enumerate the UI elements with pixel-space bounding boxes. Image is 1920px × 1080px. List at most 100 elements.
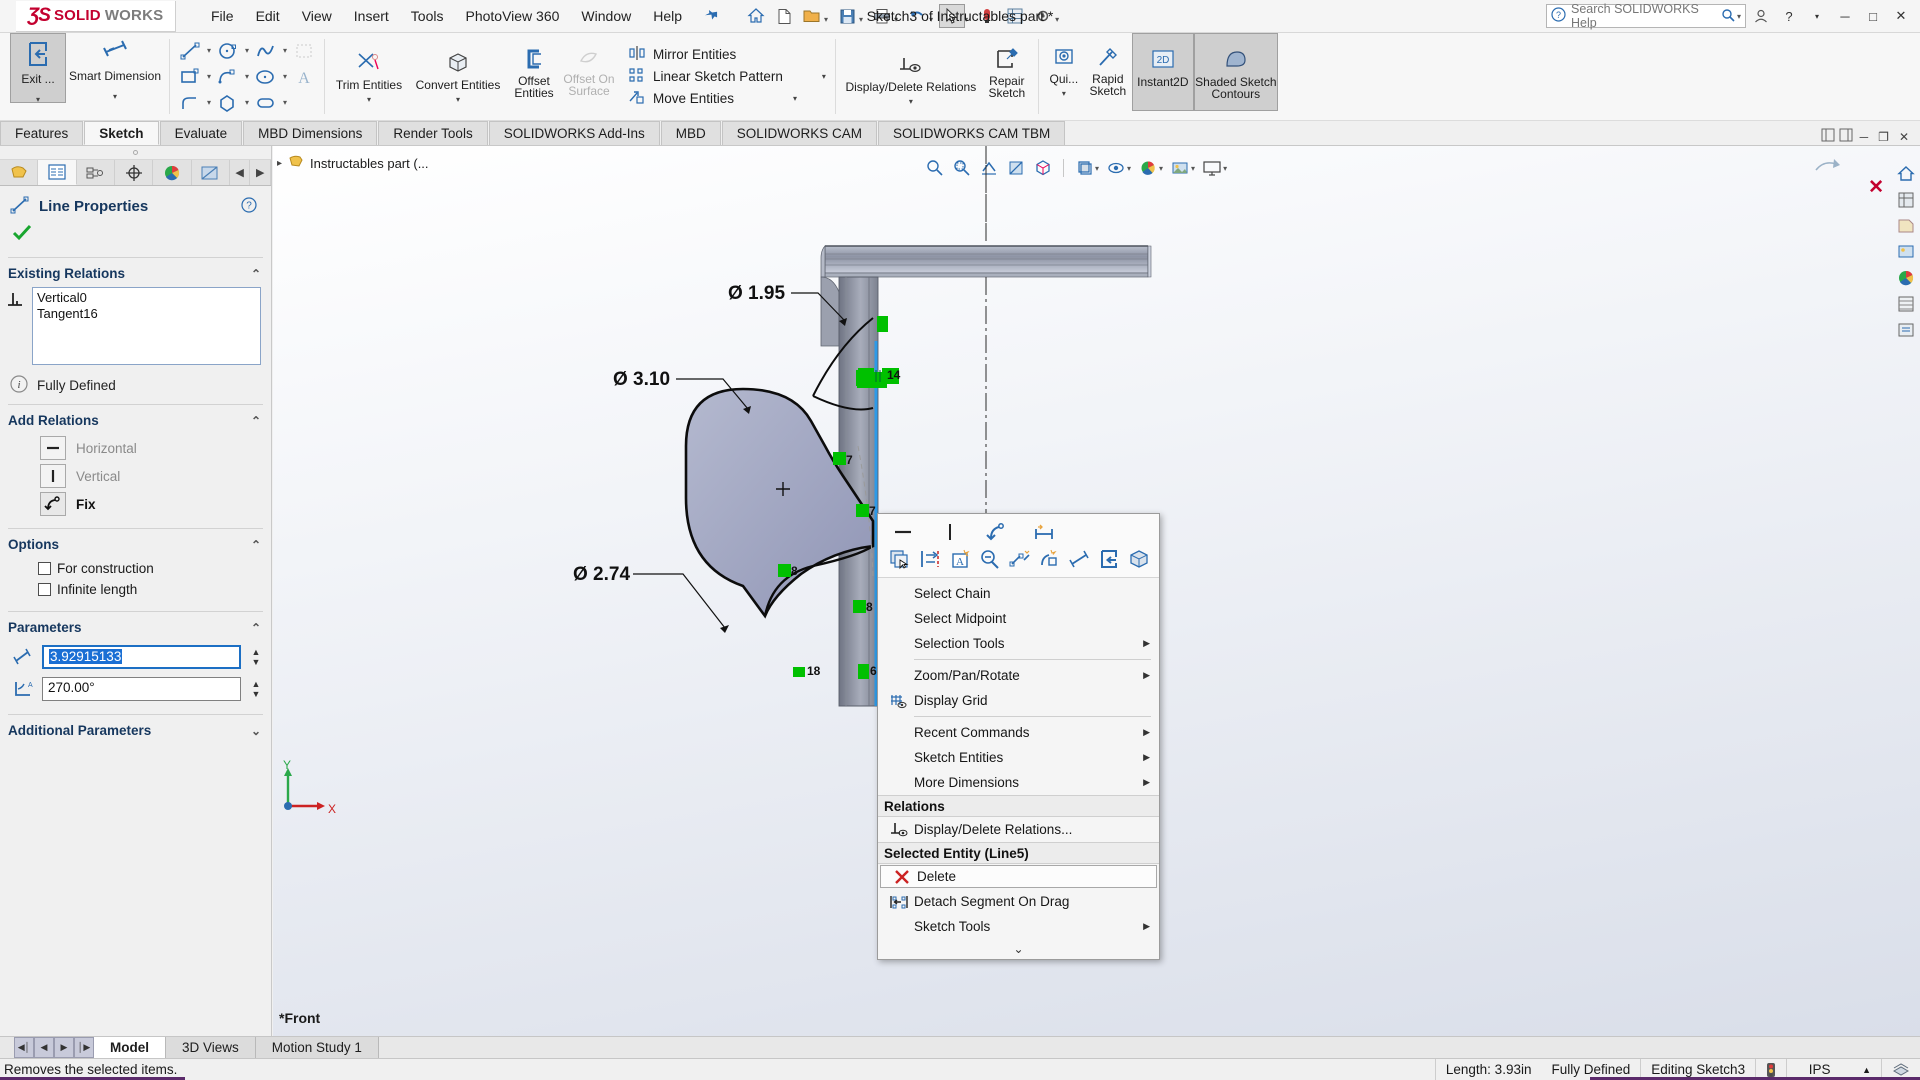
list-item[interactable]: Vertical0 bbox=[37, 290, 256, 306]
menu-item-sketch-tools[interactable]: Sketch Tools ▶ bbox=[878, 914, 1159, 939]
convert-caret-icon[interactable]: ▾ bbox=[456, 95, 460, 104]
select-other-icon[interactable] bbox=[886, 546, 914, 571]
horizontal-relation-icon[interactable] bbox=[888, 519, 917, 544]
tab-features[interactable]: Features bbox=[0, 121, 84, 145]
vertical-relation-icon[interactable] bbox=[935, 519, 964, 544]
stepper-down-icon[interactable]: ▼ bbox=[252, 689, 261, 699]
split-entities-icon[interactable] bbox=[1006, 546, 1034, 571]
line-icon[interactable] bbox=[177, 39, 203, 63]
vertical-relation-icon[interactable] bbox=[40, 464, 66, 488]
existing-relations-list[interactable]: Vertical0 Tangent16 bbox=[32, 287, 261, 365]
ellipse-icon[interactable] bbox=[253, 65, 279, 89]
menu-item-insert[interactable]: Insert bbox=[343, 4, 400, 28]
select-icon[interactable] bbox=[939, 4, 966, 28]
menu-item-tools[interactable]: Tools bbox=[400, 4, 455, 28]
polygon-dropdown-caret-icon[interactable]: ▾ bbox=[241, 98, 253, 107]
angle-stepper[interactable]: ▲ ▼ bbox=[247, 676, 265, 702]
unpin-panel-icon[interactable] bbox=[1839, 128, 1853, 145]
stepper-down-icon[interactable]: ▼ bbox=[252, 657, 261, 667]
tab-solidworks-cam-tbm[interactable]: SOLIDWORKS CAM TBM bbox=[878, 121, 1066, 145]
slot-icon[interactable] bbox=[253, 91, 279, 115]
last-tab-button[interactable]: │▶ bbox=[74, 1037, 94, 1058]
pushpin-icon[interactable] bbox=[699, 5, 722, 28]
search-help-box[interactable]: ? Search SOLIDWORKS Help ▾ bbox=[1546, 2, 1746, 30]
angle-input[interactable]: 270.00° bbox=[42, 677, 241, 701]
text-icon[interactable]: A bbox=[291, 65, 317, 89]
menu-item-zoom-pan-rotate[interactable]: Zoom/Pan/Rotate ▶ bbox=[878, 663, 1159, 688]
tab-mbd[interactable]: MBD bbox=[660, 121, 721, 145]
minimize-button[interactable]: ─ bbox=[1832, 5, 1858, 27]
accept-button[interactable] bbox=[0, 220, 271, 257]
spline-icon[interactable] bbox=[253, 39, 279, 63]
dimxpert-manager-icon[interactable] bbox=[114, 160, 154, 185]
tab-sketch[interactable]: Sketch bbox=[84, 121, 159, 145]
account-icon[interactable] bbox=[1748, 5, 1774, 27]
pin-panel-icon[interactable] bbox=[1821, 128, 1835, 145]
polygon-icon[interactable] bbox=[215, 91, 241, 115]
tab-model[interactable]: Model bbox=[94, 1037, 166, 1058]
minimize-doc-icon[interactable]: ─ bbox=[1857, 130, 1872, 144]
menu-item-more-dimensions[interactable]: More Dimensions ▶ bbox=[878, 770, 1159, 795]
appearances-icon[interactable] bbox=[191, 160, 230, 185]
new-document-icon[interactable] bbox=[771, 4, 797, 28]
chevron-up-icon[interactable]: ⌃ bbox=[251, 621, 261, 635]
tab-evaluate[interactable]: Evaluate bbox=[159, 121, 243, 145]
length-stepper[interactable]: ▲ ▼ bbox=[247, 644, 265, 670]
shaded-sketch-contours-button[interactable]: Shaded Sketch Contours bbox=[1193, 33, 1278, 111]
menu-item-window[interactable]: Window bbox=[570, 4, 642, 28]
trim-entities-button[interactable]: Trim Entities ▾ bbox=[330, 33, 408, 120]
menu-item-display-delete-relations[interactable]: Display/Delete Relations... bbox=[878, 817, 1159, 842]
instant2d-button[interactable]: 2D Instant2D bbox=[1131, 33, 1194, 111]
linear-sketch-pattern-button[interactable]: Linear Sketch Pattern ▾ bbox=[624, 66, 830, 88]
dimension-label-3[interactable]: Ø 2.74 bbox=[573, 564, 630, 586]
dimension-label-1[interactable]: Ø 1.95 bbox=[728, 283, 785, 305]
panel-splitter[interactable] bbox=[0, 146, 271, 160]
ellipse-dropdown-caret-icon[interactable]: ▾ bbox=[279, 72, 291, 81]
exit-sketch-caret-icon[interactable]: ▾ bbox=[36, 95, 40, 104]
length-input[interactable]: 3.92915133 bbox=[42, 645, 241, 669]
tab-mbd-dimensions[interactable]: MBD Dimensions bbox=[243, 121, 378, 145]
smart-dimension-caret-icon[interactable]: ▾ bbox=[113, 92, 117, 101]
existing-relations-header[interactable]: Existing Relations ⌃ bbox=[0, 258, 271, 287]
restore-button[interactable]: □ bbox=[1860, 5, 1886, 27]
help-button[interactable]: ? bbox=[1776, 5, 1802, 27]
slot-dropdown-caret-icon[interactable]: ▾ bbox=[279, 98, 291, 107]
menu-item-photoview360[interactable]: PhotoView 360 bbox=[454, 4, 570, 28]
settings-gear-icon[interactable] bbox=[1030, 4, 1056, 28]
context-menu[interactable]: A Select Chain Select Midpoint Selection… bbox=[877, 513, 1160, 960]
for-construction-checkbox[interactable] bbox=[38, 562, 51, 575]
panel-scroll-right-icon[interactable]: ▶ bbox=[250, 160, 272, 185]
horizontal-relation-icon[interactable] bbox=[40, 436, 66, 460]
tab-solidworks-cam[interactable]: SOLIDWORKS CAM bbox=[721, 121, 878, 145]
smart-dimension-button[interactable]: Smart Dimension ▾ bbox=[66, 33, 164, 120]
open-document-icon[interactable] bbox=[799, 4, 825, 28]
menu-item-detach-segment-on-drag[interactable]: Detach Segment On Drag bbox=[878, 889, 1159, 914]
add-relation-icon[interactable] bbox=[1035, 546, 1063, 571]
search-input[interactable]: Search SOLIDWORKS Help bbox=[1571, 2, 1716, 30]
arc-dropdown-caret-icon[interactable]: ▾ bbox=[241, 72, 253, 81]
circle-dropdown-caret-icon[interactable]: ▾ bbox=[241, 46, 253, 55]
feature-tree-icon[interactable] bbox=[0, 160, 39, 185]
close-doc-icon[interactable]: ✕ bbox=[1896, 130, 1912, 144]
add-relation-horizontal[interactable]: Horizontal bbox=[0, 434, 271, 462]
chevron-up-icon[interactable]: ⌃ bbox=[251, 267, 261, 281]
option-for-construction[interactable]: For construction bbox=[0, 558, 271, 579]
offset-entities-button[interactable]: Offset Entities bbox=[508, 33, 560, 120]
display-delete-relations-button[interactable]: Display/Delete Relations ▾ bbox=[841, 33, 981, 120]
parameters-header[interactable]: Parameters ⌃ bbox=[0, 612, 271, 641]
quick-snaps-caret-icon[interactable]: ▾ bbox=[1062, 89, 1066, 98]
trim-caret-icon[interactable]: ▾ bbox=[367, 95, 371, 104]
circle-icon[interactable] bbox=[215, 39, 241, 63]
chevron-double-down-icon[interactable]: ⌄ bbox=[878, 939, 1159, 959]
menu-item-delete[interactable]: Delete bbox=[880, 865, 1157, 888]
options-header[interactable]: Options ⌃ bbox=[0, 529, 271, 558]
configuration-manager-icon[interactable] bbox=[76, 160, 115, 185]
smart-dimension-alt-icon[interactable] bbox=[1065, 546, 1093, 571]
additional-parameters-header[interactable]: Additional Parameters ⌄ bbox=[0, 715, 271, 744]
tab-solidworks-add-ins[interactable]: SOLIDWORKS Add-Ins bbox=[488, 121, 660, 145]
prev-tab-button[interactable]: ◀ bbox=[34, 1037, 54, 1058]
linear-pattern-caret-icon[interactable]: ▾ bbox=[822, 72, 826, 81]
convert-entities-button[interactable]: Convert Entities ▾ bbox=[408, 33, 508, 120]
list-item[interactable]: Tangent16 bbox=[37, 306, 256, 322]
display-manager-icon[interactable] bbox=[153, 160, 192, 185]
